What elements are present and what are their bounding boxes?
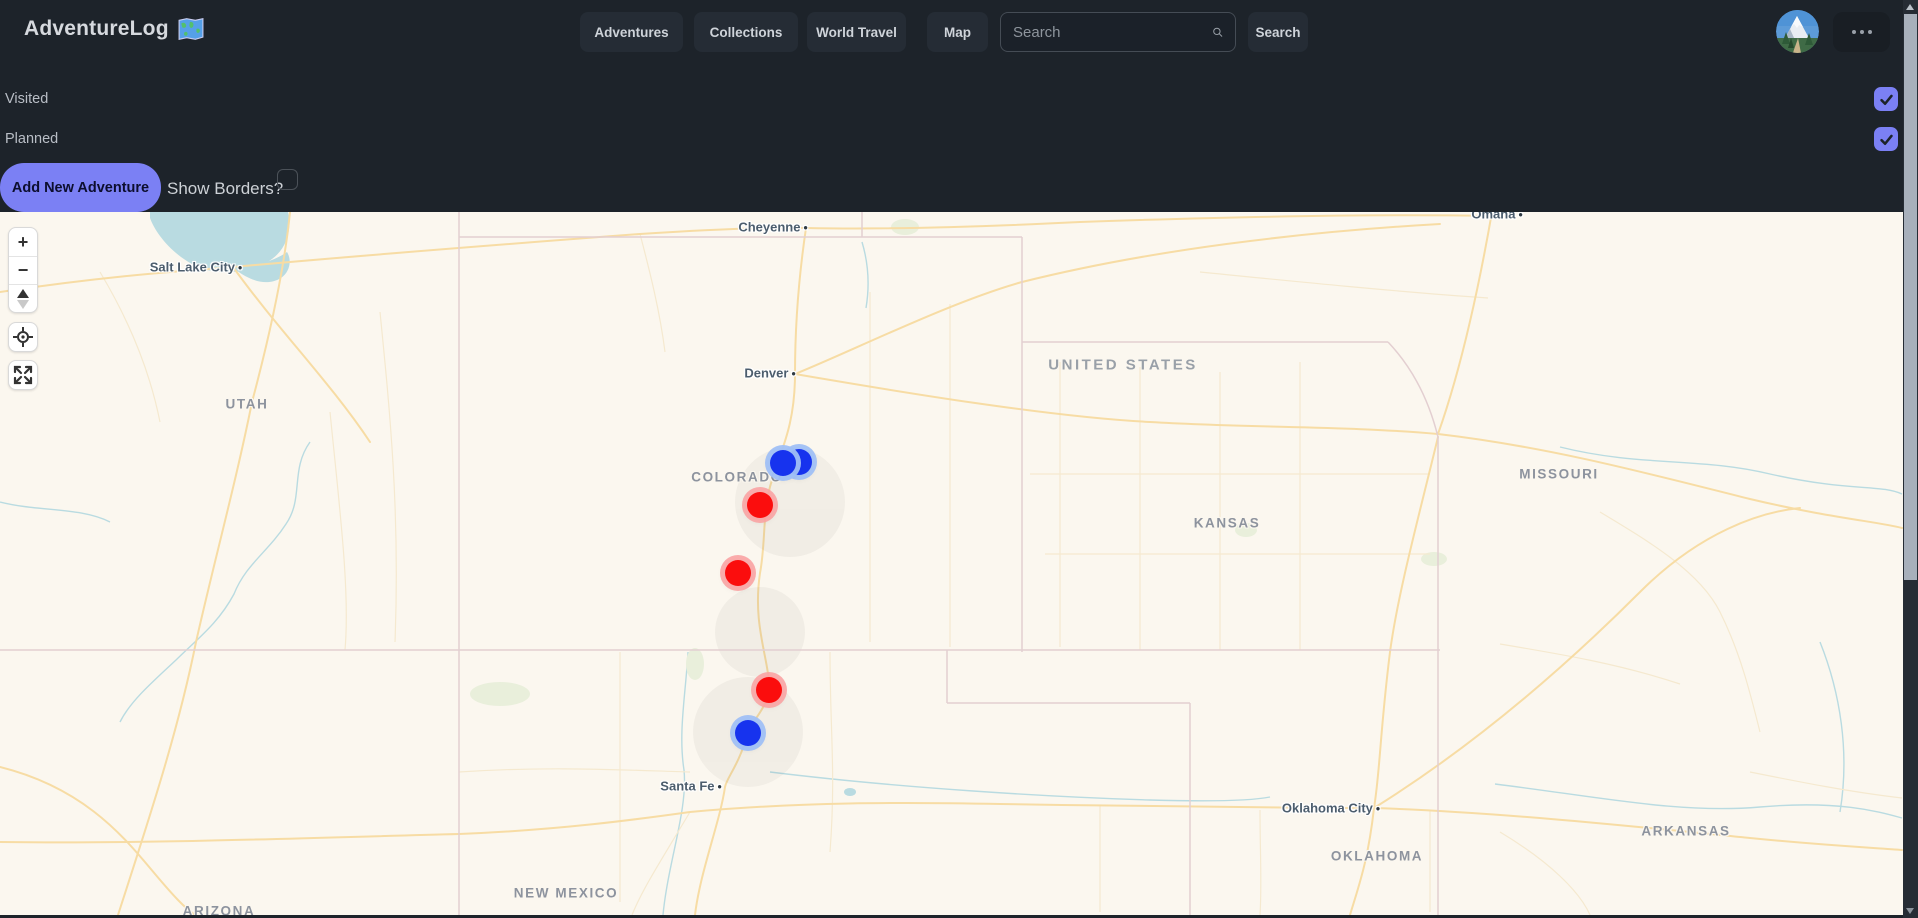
city-label: Cheyenne• xyxy=(738,220,807,235)
navbar: AdventureLog Adventures Collections Worl… xyxy=(0,0,1903,63)
geolocate-button[interactable] xyxy=(8,322,38,352)
state-label: MISSOURI xyxy=(1519,467,1599,482)
nav-map-button[interactable]: Map xyxy=(927,12,988,52)
search-input[interactable] xyxy=(1013,24,1212,41)
zoom-control-group: + − xyxy=(8,227,38,313)
scrollbar-up-arrow-icon[interactable] xyxy=(1906,4,1914,10)
state-label: UTAH xyxy=(226,397,269,412)
show-borders-label: Show Borders? xyxy=(167,179,283,199)
planned-checkbox[interactable] xyxy=(1874,127,1898,151)
search-icon xyxy=(1212,23,1223,41)
adventure-marker-red[interactable] xyxy=(725,560,751,586)
city-label: Oklahoma City• xyxy=(1282,801,1380,816)
scrollbar-thumb[interactable] xyxy=(1904,14,1917,580)
nav-world-travel-button[interactable]: World Travel xyxy=(807,12,906,52)
map-overlay-layer: UNITED STATES UTAH COLORADO KANSAS MISSOURI N… xyxy=(0,212,1903,915)
fullscreen-button[interactable] xyxy=(8,360,38,390)
nav-adventures-button[interactable]: Adventures xyxy=(580,12,683,52)
city-label: Santa Fe• xyxy=(660,779,721,794)
city-label: Omaha• xyxy=(1471,212,1522,222)
state-label: ARIZONA xyxy=(183,904,256,916)
compass-needle-icon xyxy=(14,288,32,310)
nav-collections-button[interactable]: Collections xyxy=(694,12,798,52)
city-dot-icon: • xyxy=(791,367,795,381)
check-icon xyxy=(1878,131,1895,148)
app-title: AdventureLog xyxy=(24,17,169,41)
zoom-out-button[interactable]: − xyxy=(9,256,37,284)
zoom-in-button[interactable]: + xyxy=(9,228,37,256)
state-label: OKLAHOMA xyxy=(1331,849,1423,864)
state-label: NEW MEXICO xyxy=(514,886,619,901)
scrollbar-down-arrow-icon[interactable] xyxy=(1906,908,1914,914)
map-canvas[interactable]: UNITED STATES UTAH COLORADO KANSAS MISSOURI N… xyxy=(0,212,1903,915)
city-dot-icon: • xyxy=(1518,212,1522,222)
page-scrollbar[interactable] xyxy=(1903,0,1918,918)
compass-button[interactable] xyxy=(9,284,37,312)
visited-checkbox[interactable] xyxy=(1874,87,1898,111)
search-box xyxy=(1000,12,1236,52)
fullscreen-icon xyxy=(12,364,34,386)
visited-label: Visited xyxy=(5,91,48,107)
adventure-marker-red[interactable] xyxy=(756,677,782,703)
planned-label: Planned xyxy=(5,131,58,147)
more-menu-button[interactable] xyxy=(1833,12,1890,52)
adventure-marker-blue[interactable] xyxy=(770,450,796,476)
state-label: COLORADO xyxy=(691,470,783,485)
city-label: Salt Lake City• xyxy=(150,260,242,275)
avatar-mountain-image xyxy=(1776,10,1819,53)
search-button[interactable]: Search xyxy=(1248,12,1308,52)
show-borders-checkbox[interactable] xyxy=(277,169,298,190)
add-new-adventure-button[interactable]: Add New Adventure xyxy=(0,163,161,212)
adventure-marker-blue[interactable] xyxy=(735,720,761,746)
app-logo[interactable]: AdventureLog xyxy=(24,17,204,41)
country-label: UNITED STATES xyxy=(1048,357,1197,374)
city-dot-icon: • xyxy=(238,261,242,275)
check-icon xyxy=(1878,91,1895,108)
state-label: KANSAS xyxy=(1194,516,1261,531)
state-label: ARKANSAS xyxy=(1641,824,1730,839)
user-avatar[interactable] xyxy=(1776,10,1819,53)
city-label: Denver• xyxy=(744,366,795,381)
dot-icon xyxy=(1860,30,1864,34)
city-dot-icon: • xyxy=(717,780,721,794)
city-dot-icon: • xyxy=(803,221,807,235)
world-map-icon xyxy=(178,18,204,40)
city-dot-icon: • xyxy=(1376,802,1380,816)
dot-icon xyxy=(1852,30,1856,34)
adventure-marker-red[interactable] xyxy=(747,492,773,518)
geolocate-icon xyxy=(12,326,34,348)
dot-icon xyxy=(1868,30,1872,34)
